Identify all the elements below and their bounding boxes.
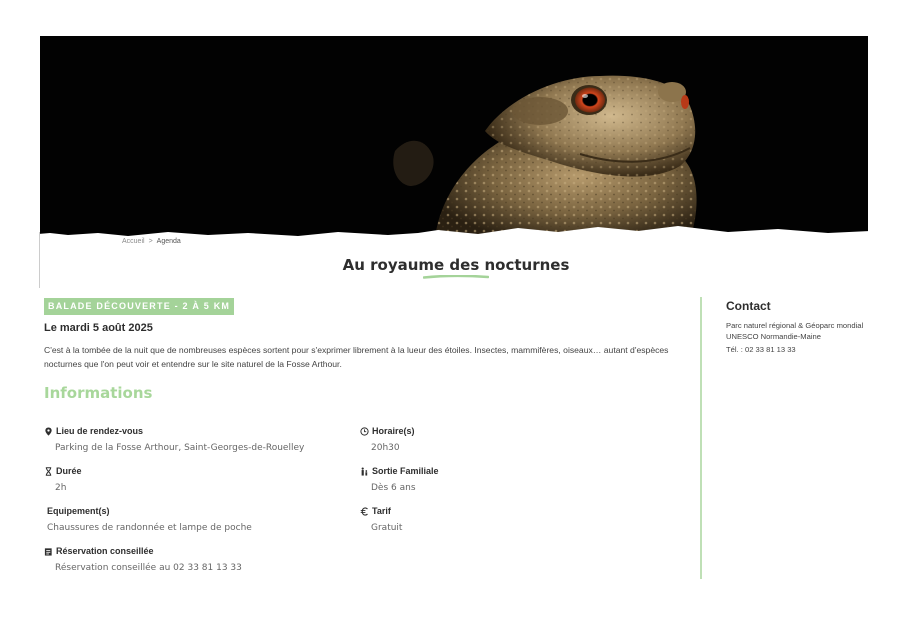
duration-field: Durée 2h — [44, 465, 82, 493]
meeting-place-label: Lieu de rendez-vous — [56, 426, 144, 436]
title-underline — [423, 275, 489, 279]
reservation-field: Réservation conseillée Réservation conse… — [44, 545, 242, 573]
meeting-place-field: Lieu de rendez-vous Parking de la Fosse … — [44, 425, 304, 453]
family-icon — [361, 467, 368, 476]
price-value: Gratuit — [371, 523, 403, 533]
euro-icon — [360, 506, 368, 516]
family-value: Dès 6 ans — [371, 483, 416, 493]
meeting-place-value: Parking de la Fosse Arthour, Saint-Georg… — [55, 443, 305, 453]
equipment-value: Chaussures de randonnée et lampe de poch… — [47, 523, 252, 533]
page-title: Au royaume des nocturnes — [342, 256, 570, 274]
breadcrumb-separator: > — [148, 238, 153, 245]
family-label: Sortie Familiale — [372, 466, 439, 476]
equipment-label: Equipement(s) — [47, 506, 110, 516]
event-description: C'est à la tombée de la nuit que de nomb… — [44, 345, 669, 369]
duration-label: Durée — [56, 466, 82, 476]
clock-icon — [360, 426, 369, 436]
event-category-badge: BALADE DÉCOUVERTE - 2 À 5 KM — [44, 298, 235, 315]
sidebar-divider — [700, 297, 702, 579]
breadcrumb-home[interactable]: Accueil — [122, 238, 145, 245]
contact-phone[interactable]: Tél. : 02 33 81 13 33 — [726, 345, 796, 354]
reservation-label: Réservation conseillée — [56, 546, 154, 556]
event-date: Le mardi 5 août 2025 — [44, 322, 153, 334]
duration-value: 2h — [55, 483, 67, 493]
schedule-value: 20h30 — [371, 443, 400, 453]
hourglass-icon — [45, 466, 52, 476]
family-field: Sortie Familiale Dès 6 ans — [360, 465, 439, 493]
contact-heading: Contact — [726, 299, 771, 313]
clipboard-icon — [44, 547, 52, 556]
breadcrumb: Accueil > Agenda — [122, 238, 181, 245]
map-pin-icon — [45, 426, 52, 436]
hero-image — [40, 36, 868, 238]
toad-photo — [40, 36, 868, 238]
price-label: Tarif — [372, 506, 391, 516]
contact-organization: Parc naturel régional & Géoparc mondial … — [726, 321, 864, 341]
schedule-field: Horaire(s) 20h30 — [360, 425, 415, 453]
price-field: Tarif Gratuit — [360, 505, 402, 533]
informations-heading: Informations — [44, 384, 153, 402]
schedule-label: Horaire(s) — [372, 426, 415, 436]
equipment-field: Equipement(s) Chaussures de randonnée et… — [44, 505, 252, 533]
reservation-value: Réservation conseillée au 02 33 81 13 33 — [55, 563, 242, 573]
breadcrumb-current[interactable]: Agenda — [157, 238, 181, 245]
